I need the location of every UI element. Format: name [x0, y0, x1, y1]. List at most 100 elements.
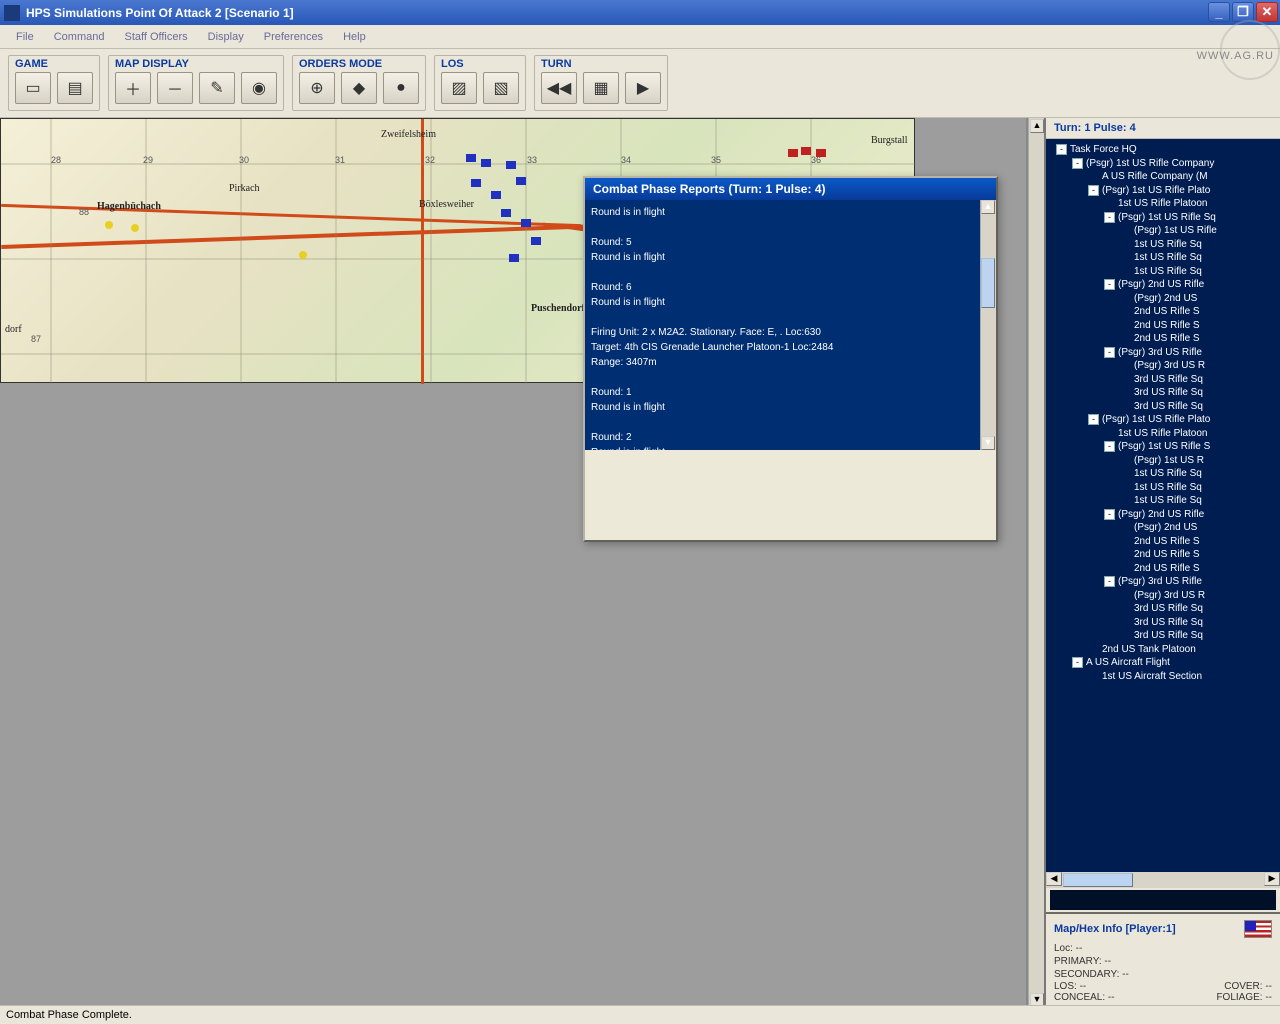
tree-toggle-icon[interactable]: - [1088, 414, 1099, 425]
tree-node[interactable]: 1st US Rifle Sq [1048, 251, 1278, 265]
unit-tree[interactable]: -Task Force HQ-(Psgr) 1st US Rifle Compa… [1046, 139, 1280, 872]
tree-toggle-icon[interactable]: - [1088, 185, 1099, 196]
friendly-unit-icon[interactable] [521, 219, 531, 227]
zoom-in-button[interactable]: ＋ [115, 72, 151, 104]
tree-node[interactable]: -(Psgr) 1st US Rifle S [1048, 440, 1278, 454]
scroll-up-icon[interactable]: ▲ [981, 200, 995, 214]
scroll-thumb[interactable] [1063, 873, 1133, 887]
menu-staff-officers[interactable]: Staff Officers [114, 28, 197, 46]
tree-node[interactable]: -(Psgr) 1st US Rifle Plato [1048, 184, 1278, 198]
target-mode-button[interactable]: ⊕ [299, 72, 335, 104]
los-on-button[interactable]: ▧ [483, 72, 519, 104]
tree-node[interactable]: 3rd US Rifle Sq [1048, 602, 1278, 616]
friendly-unit-icon[interactable] [481, 159, 491, 167]
friendly-unit-icon[interactable] [531, 237, 541, 245]
friendly-unit-icon[interactable] [516, 177, 526, 185]
tree-node[interactable]: A US Rifle Company (M [1048, 170, 1278, 184]
tree-node[interactable]: -(Psgr) 3rd US Rifle [1048, 575, 1278, 589]
tree-toggle-icon[interactable]: - [1104, 509, 1115, 520]
hold-mode-button[interactable]: ● [383, 72, 419, 104]
prev-turn-button[interactable]: ◀◀ [541, 72, 577, 104]
combat-report-header[interactable]: Combat Phase Reports (Turn: 1 Pulse: 4) [585, 178, 996, 200]
tree-node[interactable]: 3rd US Rifle Sq [1048, 629, 1278, 643]
tree-node[interactable]: 1st US Aircraft Section [1048, 670, 1278, 684]
menu-display[interactable]: Display [198, 28, 254, 46]
menu-preferences[interactable]: Preferences [254, 28, 333, 46]
tree-toggle-icon[interactable]: - [1056, 144, 1067, 155]
tree-node[interactable]: 2nd US Rifle S [1048, 548, 1278, 562]
tree-node[interactable]: 1st US Rifle Sq [1048, 467, 1278, 481]
menu-command[interactable]: Command [44, 28, 115, 46]
tree-node[interactable]: 3rd US Rifle Sq [1048, 616, 1278, 630]
maximize-button[interactable]: ❐ [1232, 2, 1254, 22]
tree-node[interactable]: 2nd US Rifle S [1048, 562, 1278, 576]
friendly-unit-icon[interactable] [491, 191, 501, 199]
tree-toggle-icon[interactable]: - [1104, 279, 1115, 290]
map-pane[interactable]: HagenbüchachPirkachZweifelsheimPuschendo… [0, 118, 1028, 1009]
tree-toggle-icon[interactable]: - [1072, 657, 1083, 668]
tree-node[interactable]: -(Psgr) 2nd US Rifle [1048, 508, 1278, 522]
tree-node[interactable]: 2nd US Tank Platoon [1048, 643, 1278, 657]
tree-toggle-icon[interactable]: - [1104, 441, 1115, 452]
enemy-unit-icon[interactable] [816, 149, 826, 157]
tree-node[interactable]: -(Psgr) 1st US Rifle Company [1048, 157, 1278, 171]
tree-node[interactable]: (Psgr) 1st US R [1048, 454, 1278, 468]
minimize-button[interactable]: _ [1208, 2, 1230, 22]
labels-toggle-button[interactable]: ✎ [199, 72, 235, 104]
tree-toggle-icon[interactable]: - [1104, 212, 1115, 223]
scroll-left-icon[interactable]: ◀ [1046, 872, 1062, 886]
enemy-unit-icon[interactable] [788, 149, 798, 157]
tree-node[interactable]: 3rd US Rifle Sq [1048, 386, 1278, 400]
tree-toggle-icon[interactable]: - [1104, 576, 1115, 587]
tree-node[interactable]: 1st US Rifle Platoon [1048, 427, 1278, 441]
tree-node[interactable]: (Psgr) 2nd US [1048, 521, 1278, 535]
globe-toggle-button[interactable]: ◉ [241, 72, 277, 104]
zoom-out-button[interactable]: － [157, 72, 193, 104]
tree-node[interactable]: 3rd US Rifle Sq [1048, 400, 1278, 414]
tree-node[interactable]: 1st US Rifle Sq [1048, 481, 1278, 495]
tree-node[interactable]: 1st US Rifle Sq [1048, 265, 1278, 279]
menu-file[interactable]: File [6, 28, 44, 46]
tree-toggle-icon[interactable]: - [1104, 347, 1115, 358]
tree-horizontal-scrollbar[interactable]: ◀ ▶ [1046, 872, 1280, 888]
tree-node[interactable]: (Psgr) 2nd US [1048, 292, 1278, 306]
friendly-unit-icon[interactable] [501, 209, 511, 217]
friendly-unit-icon[interactable] [466, 154, 476, 162]
next-turn-button[interactable]: ▶ [625, 72, 661, 104]
tree-node[interactable]: (Psgr) 1st US Rifle [1048, 224, 1278, 238]
scroll-down-icon[interactable]: ▼ [981, 436, 995, 450]
map-vertical-scrollbar[interactable]: ▲ ▼ [1028, 118, 1044, 1009]
scroll-right-icon[interactable]: ▶ [1264, 872, 1280, 886]
game-save-button[interactable]: ▤ [57, 72, 93, 104]
move-mode-button[interactable]: ◆ [341, 72, 377, 104]
tree-toggle-icon[interactable]: - [1072, 158, 1083, 169]
marker-icon[interactable] [105, 221, 113, 229]
tree-node[interactable]: 1st US Rifle Sq [1048, 494, 1278, 508]
tree-node[interactable]: -(Psgr) 1st US Rifle Plato [1048, 413, 1278, 427]
tree-node[interactable]: 1st US Rifle Sq [1048, 238, 1278, 252]
tree-node[interactable]: 2nd US Rifle S [1048, 535, 1278, 549]
tree-node[interactable]: 1st US Rifle Platoon [1048, 197, 1278, 211]
los-off-button[interactable]: ▨ [441, 72, 477, 104]
tree-node[interactable]: 3rd US Rifle Sq [1048, 373, 1278, 387]
tree-node[interactable]: -Task Force HQ [1048, 143, 1278, 157]
tree-node[interactable]: 2nd US Rifle S [1048, 305, 1278, 319]
friendly-unit-icon[interactable] [506, 161, 516, 169]
tree-node[interactable]: -(Psgr) 3rd US Rifle [1048, 346, 1278, 360]
marker-icon[interactable] [299, 251, 307, 259]
tree-node[interactable]: -(Psgr) 2nd US Rifle [1048, 278, 1278, 292]
scroll-up-icon[interactable]: ▲ [1030, 119, 1044, 133]
marker-icon[interactable] [131, 224, 139, 232]
combat-report-body[interactable]: Round is in flight Round: 5Round is in f… [585, 200, 996, 450]
close-button[interactable]: ✕ [1256, 2, 1278, 22]
menu-help[interactable]: Help [333, 28, 376, 46]
enemy-unit-icon[interactable] [801, 147, 811, 155]
friendly-unit-icon[interactable] [471, 179, 481, 187]
game-screen-button[interactable]: ▭ [15, 72, 51, 104]
friendly-unit-icon[interactable] [509, 254, 519, 262]
tree-node[interactable]: 2nd US Rifle S [1048, 332, 1278, 346]
scroll-thumb[interactable] [981, 258, 995, 308]
tree-node[interactable]: (Psgr) 3rd US R [1048, 359, 1278, 373]
tree-node[interactable]: 2nd US Rifle S [1048, 319, 1278, 333]
tree-node[interactable]: (Psgr) 3rd US R [1048, 589, 1278, 603]
